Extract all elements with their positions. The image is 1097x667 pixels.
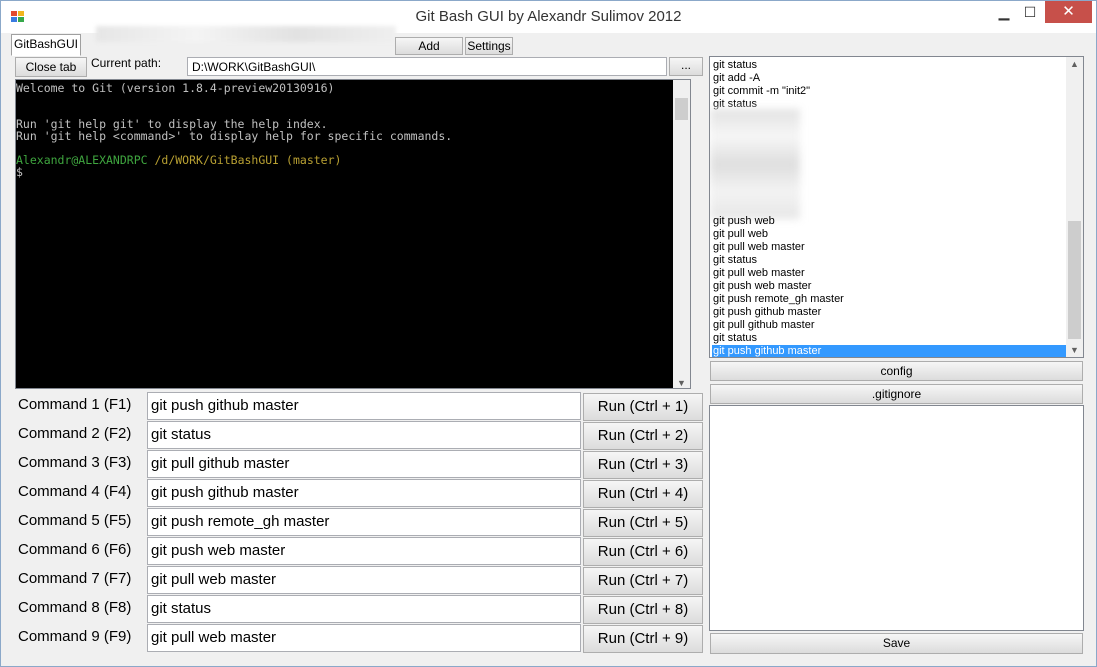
settings-button[interactable]: Settings bbox=[465, 37, 513, 55]
command-history-list[interactable]: git status git add -A git commit -m "ini… bbox=[709, 56, 1084, 358]
scroll-down-icon[interactable]: ▼ bbox=[673, 378, 690, 388]
command-label: Command 6 (F6) bbox=[18, 541, 132, 558]
app-window: Git Bash GUI by Alexandr Sulimov 2012 ▁ … bbox=[0, 0, 1097, 667]
list-item[interactable]: git pull github master bbox=[712, 319, 1067, 332]
list-item[interactable]: git pull web master bbox=[712, 267, 1067, 280]
list-item[interactable]: git push github master bbox=[712, 306, 1067, 319]
run-button[interactable]: Run (Ctrl + 2) bbox=[583, 422, 703, 450]
tab-gitbashgui[interactable]: GitBashGUI bbox=[11, 34, 81, 56]
gitignore-button[interactable]: .gitignore bbox=[710, 384, 1083, 404]
blurred-region bbox=[96, 26, 396, 42]
list-item[interactable]: git push web master bbox=[712, 280, 1067, 293]
terminal-console[interactable]: Welcome to Git (version 1.8.4-preview201… bbox=[15, 79, 691, 389]
window-title: Git Bash GUI by Alexandr Sulimov 2012 bbox=[415, 8, 682, 25]
terminal-scrollbar[interactable]: ▼ bbox=[673, 80, 690, 388]
browse-button[interactable]: ... bbox=[669, 57, 703, 76]
history-scroll-thumb[interactable] bbox=[1068, 221, 1081, 339]
list-item[interactable]: git push web bbox=[712, 215, 1067, 228]
command-input[interactable]: git pull web master bbox=[147, 624, 581, 652]
command-label: Command 7 (F7) bbox=[18, 570, 132, 587]
command-label: Command 8 (F8) bbox=[18, 599, 132, 616]
current-path-label: Current path: bbox=[91, 56, 162, 70]
scroll-down-icon[interactable]: ▼ bbox=[1066, 345, 1083, 355]
run-button[interactable]: Run (Ctrl + 8) bbox=[583, 596, 703, 624]
current-path-input[interactable]: D:\WORK\GitBashGUI\ bbox=[187, 57, 667, 76]
command-input[interactable]: git push github master bbox=[147, 392, 581, 420]
list-item[interactable]: git push remote_gh master bbox=[712, 293, 1067, 306]
command-label: Command 3 (F3) bbox=[18, 454, 132, 471]
close-icon[interactable]: ✕ bbox=[1045, 1, 1092, 23]
prompt-branch: (master) bbox=[279, 153, 342, 167]
terminal-scroll-thumb[interactable] bbox=[675, 98, 688, 120]
list-item[interactable]: git pull web bbox=[712, 228, 1067, 241]
run-button[interactable]: Run (Ctrl + 7) bbox=[583, 567, 703, 595]
file-editor-textarea[interactable] bbox=[709, 405, 1084, 631]
command-label: Command 5 (F5) bbox=[18, 512, 132, 529]
config-button[interactable]: config bbox=[710, 361, 1083, 381]
run-button[interactable]: Run (Ctrl + 9) bbox=[583, 625, 703, 653]
command-input[interactable]: git status bbox=[147, 595, 581, 623]
save-button[interactable]: Save bbox=[710, 633, 1083, 654]
run-button[interactable]: Run (Ctrl + 4) bbox=[583, 480, 703, 508]
command-label: Command 4 (F4) bbox=[18, 483, 132, 500]
list-item[interactable]: git status bbox=[712, 59, 1067, 72]
add-console-button[interactable]: Add console bbox=[395, 37, 463, 69]
list-item[interactable]: git add -A bbox=[712, 72, 1067, 85]
command-input[interactable]: git push remote_gh master bbox=[147, 508, 581, 536]
run-button[interactable]: Run (Ctrl + 1) bbox=[583, 393, 703, 421]
history-scrollbar[interactable]: ▲ ▼ bbox=[1066, 57, 1083, 357]
maximize-icon[interactable]: ☐ bbox=[1015, 1, 1045, 23]
command-input[interactable]: git pull web master bbox=[147, 566, 581, 594]
close-tab-button[interactable]: Close tab bbox=[15, 57, 87, 77]
list-item[interactable]: git pull web master bbox=[712, 241, 1067, 254]
blurred-region bbox=[710, 109, 800, 219]
list-item-selected[interactable]: git push github master bbox=[712, 345, 1067, 357]
run-button[interactable]: Run (Ctrl + 6) bbox=[583, 538, 703, 566]
prompt-user: Alexandr@ALEXANDRPC bbox=[16, 153, 148, 167]
run-button[interactable]: Run (Ctrl + 3) bbox=[583, 451, 703, 479]
command-label: Command 2 (F2) bbox=[18, 425, 132, 442]
scroll-up-icon[interactable]: ▲ bbox=[1066, 59, 1083, 69]
list-item[interactable]: git status bbox=[712, 254, 1067, 267]
command-input[interactable]: git pull github master bbox=[147, 450, 581, 478]
prompt-cursor: $ bbox=[16, 165, 23, 179]
list-item[interactable]: git status bbox=[712, 332, 1067, 345]
command-label: Command 9 (F9) bbox=[18, 628, 132, 645]
command-label: Command 1 (F1) bbox=[18, 396, 132, 413]
run-button[interactable]: Run (Ctrl + 5) bbox=[583, 509, 703, 537]
list-item[interactable]: git commit -m "init2" bbox=[712, 85, 1067, 98]
command-input[interactable]: git status bbox=[147, 421, 581, 449]
prompt-path: /d/WORK/GitBashGUI bbox=[147, 153, 280, 167]
terminal-output: Welcome to Git (version 1.8.4-preview201… bbox=[16, 81, 453, 179]
command-input[interactable]: git push web master bbox=[147, 537, 581, 565]
command-input[interactable]: git push github master bbox=[147, 479, 581, 507]
